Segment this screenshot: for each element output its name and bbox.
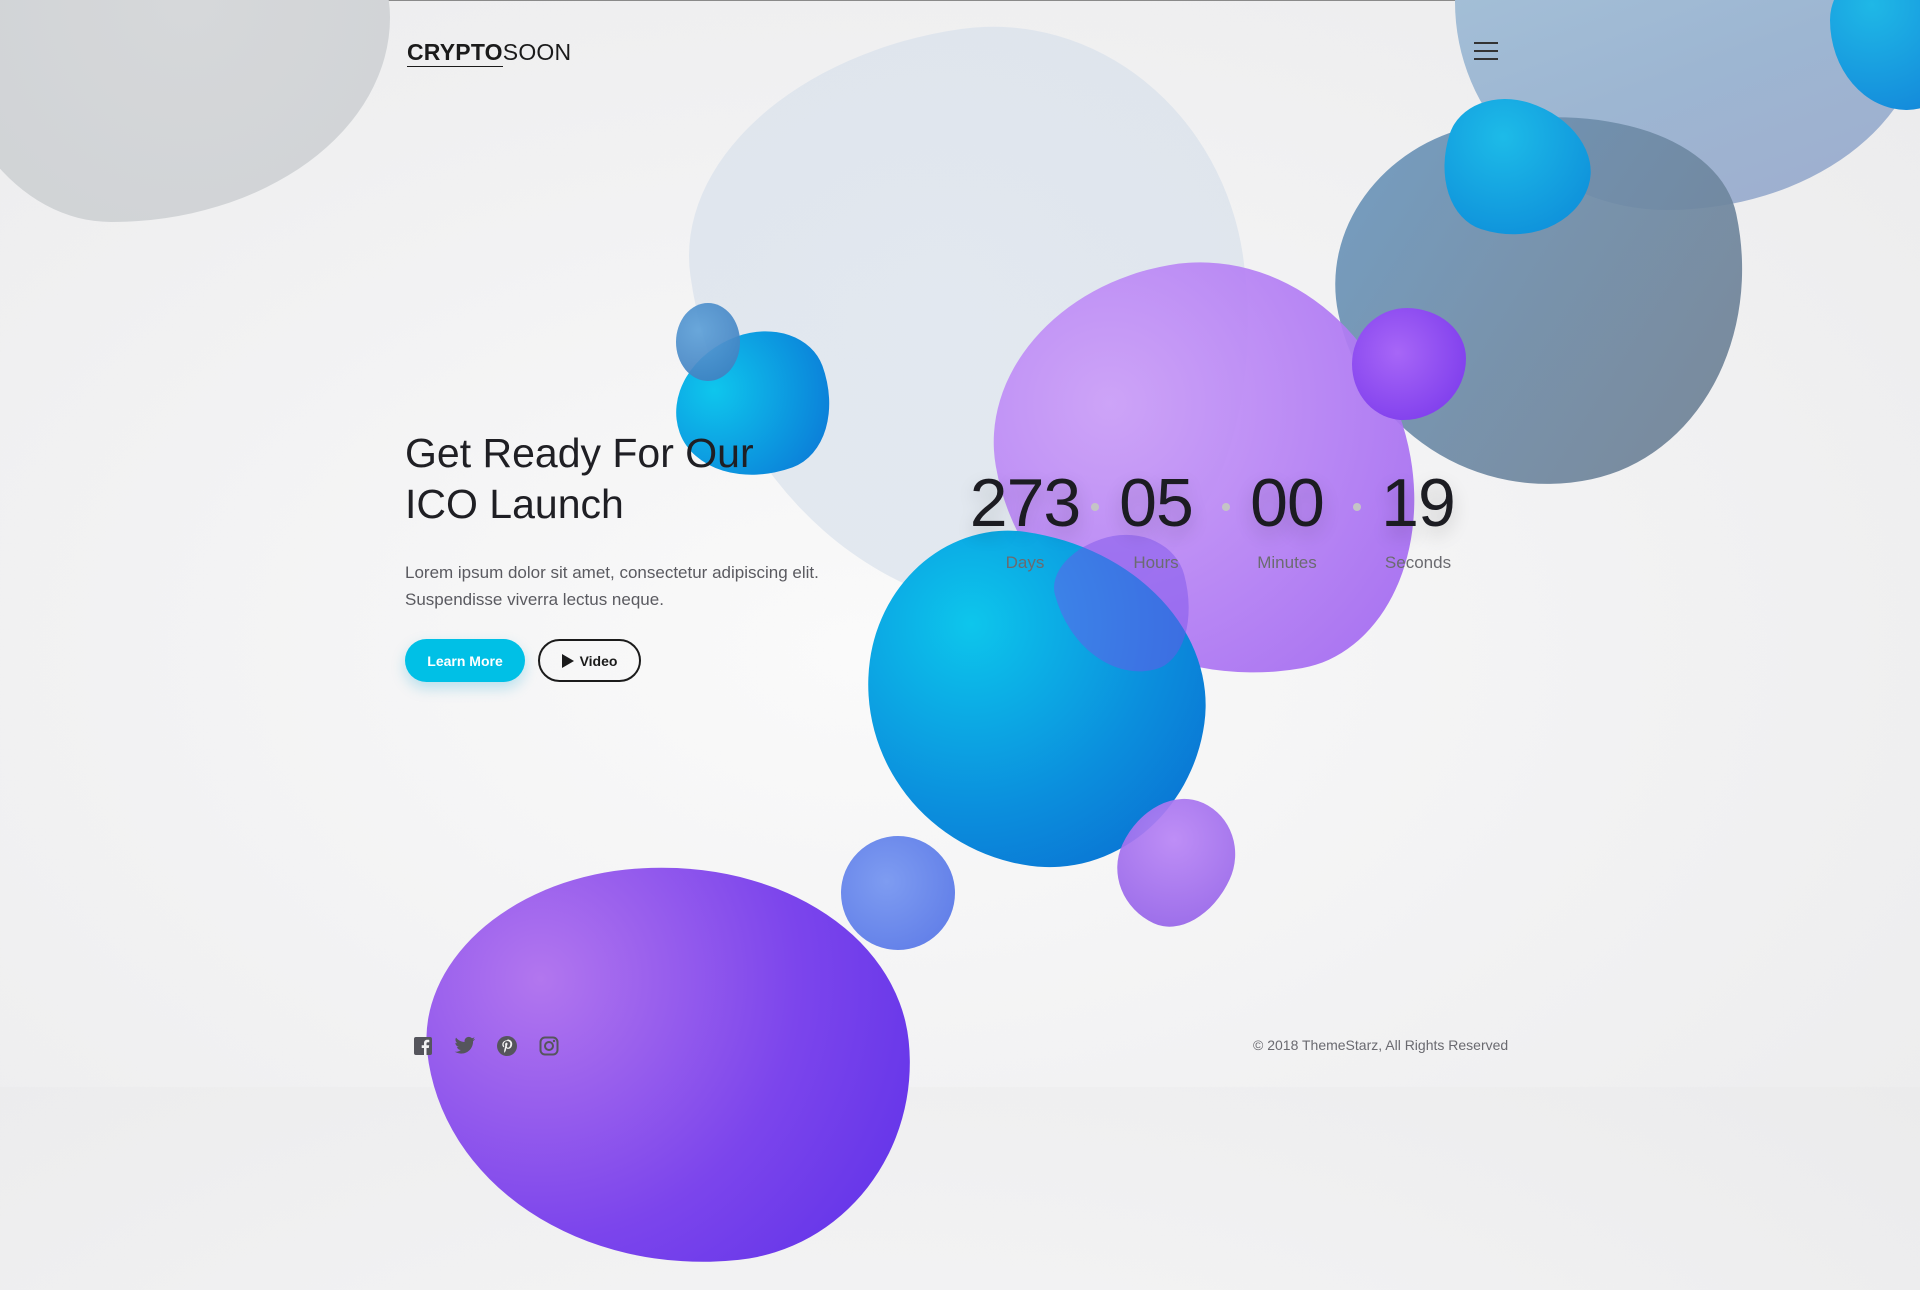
learn-more-button[interactable]: Learn More	[405, 639, 525, 682]
hero-desc-line2: Suspendisse viverra lectus neque.	[405, 590, 664, 609]
countdown-days-value: 273	[969, 465, 1081, 541]
countdown-hours-value: 05	[1119, 465, 1194, 541]
video-button-label: Video	[579, 652, 618, 669]
hero-section: Get Ready For Our ICO Launch Lorem ipsum…	[405, 428, 925, 682]
hero-description: Lorem ipsum dolor sit amet, consectetur …	[405, 559, 925, 613]
countdown-minutes-label: Minutes	[1257, 553, 1317, 572]
countdown-days: 273 Days	[960, 463, 1090, 573]
countdown-days-label: Days	[1005, 553, 1045, 572]
decorative-blob-periwinkle	[841, 836, 955, 950]
twitter-icon[interactable]	[454, 1035, 476, 1057]
site-logo[interactable]: CRYPTOSOON	[407, 39, 572, 67]
video-button[interactable]: Video	[538, 639, 641, 682]
social-links	[412, 1035, 560, 1057]
countdown-minutes: 00 Minutes	[1222, 463, 1352, 573]
logo-bold-text: CRYPTO	[407, 39, 503, 67]
play-icon	[561, 653, 574, 668]
copyright-text: © 2018 ThemeStarz, All Rights Reserved	[1253, 1037, 1509, 1053]
hero-actions: Learn More Video	[405, 639, 925, 682]
logo-light-text: SOON	[502, 39, 572, 65]
hero-title-line1: Get Ready For Our	[405, 430, 754, 476]
countdown-timer: 273 Days 05 Hours 00 Minutes 19 Seconds	[960, 463, 1460, 593]
countdown-minutes-value: 00	[1250, 465, 1325, 541]
countdown-seconds-label: Seconds	[1384, 553, 1452, 572]
countdown-seconds-value: 19	[1381, 465, 1456, 541]
countdown-hours: 05 Hours	[1091, 463, 1221, 573]
hero-desc-line1: Lorem ipsum dolor sit amet, consectetur …	[405, 563, 819, 582]
hero-title: Get Ready For Our ICO Launch	[405, 428, 925, 530]
countdown-hours-label: Hours	[1133, 553, 1179, 572]
hero-title-line2: ICO Launch	[405, 481, 624, 527]
pinterest-icon[interactable]	[496, 1035, 518, 1057]
countdown-seconds: 19 Seconds	[1353, 463, 1483, 573]
facebook-icon[interactable]	[412, 1035, 434, 1057]
site-footer: © 2018 ThemeStarz, All Rights Reserved	[0, 1020, 1920, 1070]
hamburger-menu-icon[interactable]	[1474, 42, 1500, 62]
site-header: CRYPTOSOON	[0, 0, 1920, 110]
decorative-blob-steel	[676, 303, 740, 381]
instagram-icon[interactable]	[538, 1035, 560, 1057]
